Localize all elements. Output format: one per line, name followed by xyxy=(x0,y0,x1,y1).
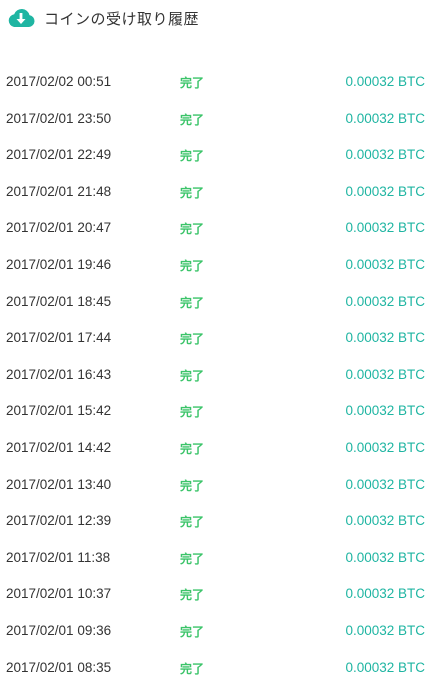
receipt-date: 2017/02/01 09:36 xyxy=(6,623,111,638)
status-badge: 完了 xyxy=(180,660,204,677)
receipt-date: 2017/02/01 19:46 xyxy=(6,257,111,272)
receipt-date: 2017/02/01 14:42 xyxy=(6,440,111,455)
list-item: 2017/02/01 11:38 完了 0.00032 BTC xyxy=(0,539,433,576)
list-item: 2017/02/01 22:49 完了 0.00032 BTC xyxy=(0,136,433,173)
history-list: 2017/02/02 00:51完了0.00032 BTC2017/02/01 … xyxy=(0,63,433,685)
receipt-date: 2017/02/01 18:45 xyxy=(6,294,111,309)
receipt-amount: 0.00032 BTC xyxy=(345,660,425,675)
receipt-date: 2017/02/01 12:39 xyxy=(6,513,111,528)
receipt-date: 2017/02/01 08:35 xyxy=(6,660,111,675)
receipt-date: 2017/02/01 15:42 xyxy=(6,403,111,418)
list-item: 2017/02/01 09:36 完了 0.00032 BTC xyxy=(0,612,433,649)
receipt-amount: 0.00032 BTC xyxy=(345,330,425,345)
status-badge: 完了 xyxy=(180,220,204,237)
receipt-date: 2017/02/01 21:48 xyxy=(6,184,111,199)
status-badge: 完了 xyxy=(180,623,204,640)
cloud-download-icon xyxy=(6,7,36,29)
page-title: コインの受け取り履歴 xyxy=(44,8,199,29)
status-badge: 完了 xyxy=(180,367,204,384)
list-item: 2017/02/01 16:43 完了 0.00032 BTC xyxy=(0,356,433,393)
receipt-date: 2017/02/01 16:43 xyxy=(6,367,111,382)
receipt-amount: 0.00032 BTC xyxy=(345,367,425,382)
status-badge: 完了 xyxy=(180,403,204,420)
list-item: 2017/02/01 20:47 完了 0.00032 BTC xyxy=(0,209,433,246)
receipt-date: 2017/02/01 23:50 xyxy=(6,111,111,126)
receipt-amount: 0.00032 BTC xyxy=(345,513,425,528)
receipt-date: 2017/02/01 13:40 xyxy=(6,477,111,492)
receipt-amount: 0.00032 BTC xyxy=(345,184,425,199)
receipt-amount: 0.00032 BTC xyxy=(345,440,425,455)
list-item: 2017/02/01 21:48 完了 0.00032 BTC xyxy=(0,173,433,210)
status-badge: 完了 xyxy=(180,111,204,128)
status-badge: 完了 xyxy=(180,513,204,530)
status-badge: 完了 xyxy=(180,586,204,603)
receipt-amount: 0.00032 BTC xyxy=(345,220,425,235)
receipt-date: 2017/02/01 22:49 xyxy=(6,147,111,162)
status-badge: 完了 xyxy=(180,330,204,347)
status-badge: 完了 xyxy=(180,294,204,311)
list-item: 2017/02/01 23:50 完了 0.00032 BTC xyxy=(0,100,433,137)
status-badge: 完了 xyxy=(180,477,204,494)
receipt-amount: 0.00032 BTC xyxy=(345,550,425,565)
status-badge: 完了 xyxy=(180,184,204,201)
receipt-date: 2017/02/01 11:38 xyxy=(6,550,110,565)
status-badge: 完了 xyxy=(180,74,204,91)
list-item: 2017/02/01 08:35 完了 0.00032 BTC xyxy=(0,649,433,685)
receipt-date: 2017/02/01 20:47 xyxy=(6,220,111,235)
receipt-date: 2017/02/01 10:37 xyxy=(6,586,111,601)
list-item: 2017/02/01 12:39 完了 0.00032 BTC xyxy=(0,502,433,539)
list-item: 2017/02/01 10:37 完了 0.00032 BTC xyxy=(0,575,433,612)
list-item: 2017/02/01 18:45 完了 0.00032 BTC xyxy=(0,283,433,320)
receipt-date: 2017/02/02 00:51 xyxy=(6,74,111,89)
list-item: 2017/02/01 13:40 完了 0.00032 BTC xyxy=(0,466,433,503)
receipt-amount: 0.00032 BTC xyxy=(345,623,425,638)
list-item: 2017/02/01 15:42 完了 0.00032 BTC xyxy=(0,392,433,429)
list-item: 2017/02/01 17:44 完了 0.00032 BTC xyxy=(0,319,433,356)
history-header: コインの受け取り履歴 xyxy=(6,6,199,30)
receipt-amount: 0.00032 BTC xyxy=(345,147,425,162)
status-badge: 完了 xyxy=(180,257,204,274)
list-item: 2017/02/01 19:46 完了 0.00032 BTC xyxy=(0,246,433,283)
list-item: 2017/02/01 14:42 完了 0.00032 BTC xyxy=(0,429,433,466)
receipt-amount: 0.00032 BTC xyxy=(345,257,425,272)
receipt-amount: 0.00032 BTC xyxy=(345,477,425,492)
list-item: 2017/02/02 00:51 完了 0.00032 BTC xyxy=(0,63,433,100)
status-badge: 完了 xyxy=(180,550,204,567)
receipt-amount: 0.00032 BTC xyxy=(345,294,425,309)
receipt-amount: 0.00032 BTC xyxy=(345,586,425,601)
receipt-amount: 0.00032 BTC xyxy=(345,74,425,89)
status-badge: 完了 xyxy=(180,440,204,457)
status-badge: 完了 xyxy=(180,147,204,164)
receipt-amount: 0.00032 BTC xyxy=(345,111,425,126)
receipt-date: 2017/02/01 17:44 xyxy=(6,330,111,345)
receipt-amount: 0.00032 BTC xyxy=(345,403,425,418)
